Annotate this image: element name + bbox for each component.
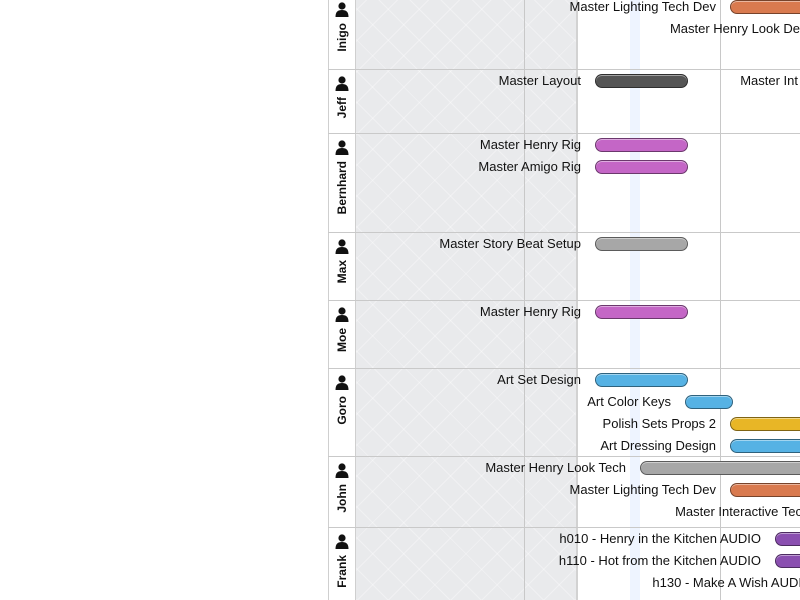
task-bar[interactable] xyxy=(730,439,800,453)
person-icon xyxy=(335,2,349,17)
lane-name: Frank xyxy=(335,555,349,588)
task-row[interactable]: Master Lighting Tech Dev xyxy=(570,0,800,16)
lane-header-max[interactable]: Max xyxy=(330,238,354,283)
empty-gutter xyxy=(0,0,328,600)
person-icon xyxy=(335,76,349,91)
task-label: Art Color Keys xyxy=(587,394,671,409)
task-bar[interactable] xyxy=(685,395,733,409)
lane-header-bernhard[interactable]: Bernhard xyxy=(330,139,354,214)
task-label: Master Amigo Rig xyxy=(478,159,581,174)
task-label: Master Interactive Tec xyxy=(675,504,800,519)
task-bar[interactable] xyxy=(730,483,800,497)
task-label: Master Henry Rig xyxy=(479,304,581,319)
task-row[interactable]: Master Story Beat Setup xyxy=(439,235,688,253)
lane-header-jeff[interactable]: Jeff xyxy=(330,75,354,118)
task-bar[interactable] xyxy=(640,461,800,475)
task-row[interactable]: Master Lighting Tech Dev xyxy=(570,481,800,499)
person-icon xyxy=(335,375,349,390)
lane-header-frank[interactable]: Frank xyxy=(330,533,354,588)
task-row[interactable]: Master Henry Look Tech xyxy=(485,459,800,477)
lane-divider xyxy=(328,368,800,369)
task-row[interactable]: Art Color Keys xyxy=(587,393,733,411)
lane-name: Bernhard xyxy=(335,161,349,215)
lane-divider xyxy=(328,527,800,528)
task-row[interactable]: Polish Sets Props 2 xyxy=(603,415,800,433)
task-row[interactable]: Master Henry Rig xyxy=(480,136,688,154)
task-bar[interactable] xyxy=(730,417,800,431)
task-label: Art Set Design xyxy=(497,372,581,387)
task-bar[interactable] xyxy=(595,373,688,387)
lane-divider xyxy=(328,69,800,70)
lane-divider xyxy=(328,456,800,457)
lane-name: John xyxy=(335,484,349,513)
person-icon xyxy=(335,534,349,549)
task-bar[interactable] xyxy=(595,237,688,251)
lane-name: Goro xyxy=(335,396,349,425)
lane-header-inigo[interactable]: Inigo xyxy=(330,1,354,52)
task-bar[interactable] xyxy=(730,0,800,14)
task-label: Master Henry Rig xyxy=(479,137,581,152)
lane-name: Max xyxy=(335,260,349,284)
task-label: Master Henry Look De xyxy=(669,21,800,36)
task-label: Master Story Beat Setup xyxy=(439,236,581,251)
task-bar[interactable] xyxy=(775,554,800,568)
task-row[interactable]: h010 - Henry in the Kitchen AUDIO xyxy=(559,530,800,548)
task-row[interactable]: Master Henry Rig xyxy=(480,303,688,321)
person-icon xyxy=(335,307,349,322)
task-label: Master Lighting Tech Dev xyxy=(569,0,716,14)
task-label: Master Layout xyxy=(498,73,581,88)
lane-name: Moe xyxy=(335,328,349,352)
task-bar[interactable] xyxy=(595,305,688,319)
task-row[interactable]: Art Dressing Design xyxy=(600,437,800,455)
task-label: Master Henry Look Tech xyxy=(485,460,626,475)
lane-divider xyxy=(328,232,800,233)
lane-header-moe[interactable]: Moe xyxy=(330,306,354,352)
person-icon xyxy=(335,463,349,478)
task-row[interactable]: Master Layout xyxy=(499,72,688,90)
task-label: h130 - Make A Wish AUDI xyxy=(652,575,800,590)
lane-name: Jeff xyxy=(335,97,349,119)
task-bar[interactable] xyxy=(775,532,800,546)
lane-header-goro[interactable]: Goro xyxy=(330,374,354,425)
lane-divider xyxy=(328,133,800,134)
task-bar[interactable] xyxy=(595,160,688,174)
task-label: Master Lighting Tech Dev xyxy=(569,482,716,497)
task-bar[interactable] xyxy=(595,138,688,152)
task-row[interactable]: Master Amigo Rig xyxy=(478,158,688,176)
person-icon xyxy=(335,140,349,155)
task-row[interactable]: h110 - Hot from the Kitchen AUDIO xyxy=(559,552,800,570)
task-bar[interactable] xyxy=(595,74,688,88)
person-icon xyxy=(335,239,349,254)
task-label: h110 - Hot from the Kitchen AUDIO xyxy=(558,553,761,568)
lane-header-john[interactable]: John xyxy=(330,462,354,513)
lane-divider xyxy=(328,300,800,301)
lane-name: Inigo xyxy=(335,23,349,52)
task-label: Polish Sets Props 2 xyxy=(602,416,716,431)
task-label: Master Int xyxy=(740,73,798,88)
task-row[interactable]: Art Set Design xyxy=(497,371,688,389)
task-label: h010 - Henry in the Kitchen AUDIO xyxy=(559,531,761,546)
task-label: Art Dressing Design xyxy=(600,438,716,453)
